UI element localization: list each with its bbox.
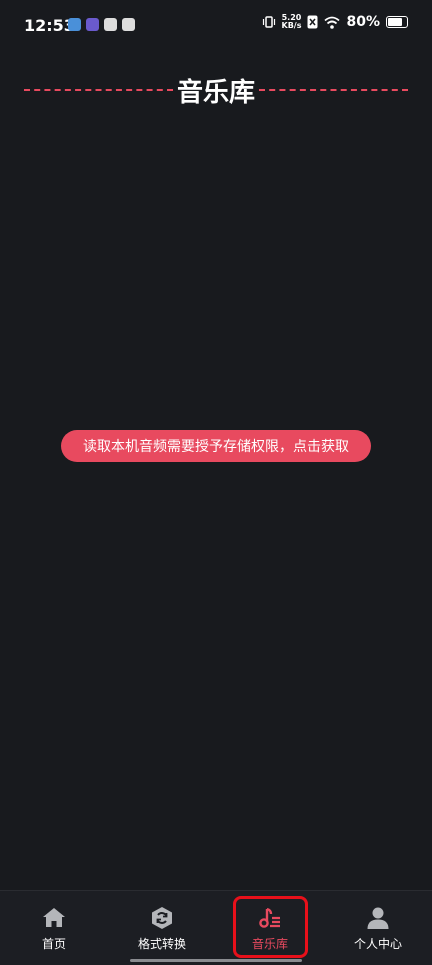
sim-disabled-icon bbox=[307, 15, 318, 29]
person-icon bbox=[367, 907, 389, 929]
page-title: 音乐库 bbox=[177, 77, 256, 108]
app-notification-icon bbox=[68, 18, 81, 31]
tab-label: 音乐库 bbox=[251, 937, 288, 951]
tab-profile[interactable]: 个人中心 bbox=[324, 891, 432, 965]
title-divider-left bbox=[24, 89, 173, 91]
video-notification-icon bbox=[86, 18, 99, 31]
tab-format-convert[interactable]: 格式转换 bbox=[108, 891, 216, 965]
vibrate-icon bbox=[262, 16, 275, 28]
battery-icon bbox=[386, 16, 408, 28]
tab-music-library[interactable]: 音乐库 bbox=[216, 891, 324, 965]
notification-icons bbox=[68, 18, 135, 31]
system-icons: 5.20 KB/s 80% bbox=[262, 14, 408, 30]
tab-label: 格式转换 bbox=[137, 937, 186, 951]
home-icon bbox=[43, 908, 65, 927]
mail-notification-icon bbox=[122, 18, 135, 31]
browser-notification-icon bbox=[104, 18, 117, 31]
status-bar: 12:53 5.20 KB/s 80% bbox=[0, 0, 432, 52]
network-speed: 5.20 KB/s bbox=[282, 14, 302, 30]
title-divider-right bbox=[259, 89, 409, 91]
convert-icon bbox=[152, 907, 172, 929]
wifi-icon bbox=[324, 16, 341, 29]
grant-storage-permission-button[interactable]: 读取本机音频需要授予存储权限，点击获取 bbox=[61, 430, 371, 462]
home-indicator[interactable] bbox=[130, 959, 302, 962]
tab-label: 个人中心 bbox=[353, 937, 402, 951]
battery-percent: 80% bbox=[346, 14, 380, 30]
page-header: 音乐库 bbox=[24, 70, 409, 110]
net-speed-unit: KB/s bbox=[281, 21, 302, 30]
music-icon bbox=[259, 907, 280, 928]
tab-home[interactable]: 首页 bbox=[0, 891, 108, 965]
tab-label: 首页 bbox=[41, 937, 66, 951]
bottom-tab-bar: 首页 格式转换 音乐库 个人中心 bbox=[0, 890, 432, 965]
